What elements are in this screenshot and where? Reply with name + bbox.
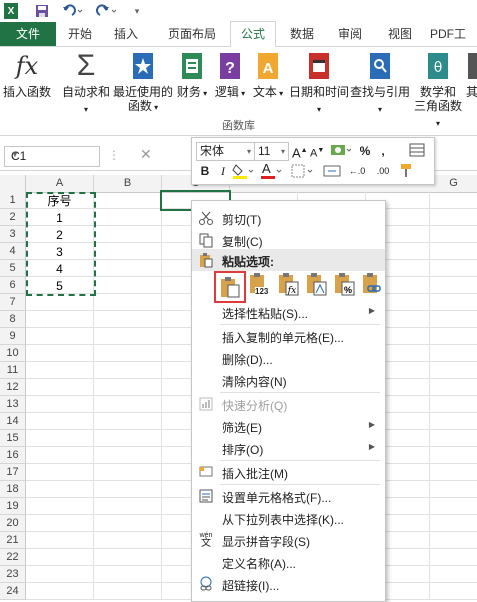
phonetic-icon: wén 文 [199, 532, 213, 549]
format-painter-icon[interactable] [398, 162, 416, 185]
row-header[interactable]: 17 [0, 464, 26, 481]
paste-option-keep-source[interactable]: % [332, 273, 358, 299]
row-header[interactable]: 10 [0, 345, 26, 362]
copy-marquee [26, 192, 96, 296]
quick-analysis-icon [198, 396, 214, 412]
chevron-down-icon: ▾ [280, 147, 285, 156]
row-header[interactable]: 15 [0, 430, 26, 447]
fill-color-icon[interactable] [232, 162, 256, 185]
grid-column-line [429, 192, 430, 600]
row-header[interactable]: 5 [0, 260, 26, 277]
font-name-select[interactable]: 宋体 ▾ [196, 142, 255, 161]
menu-item-hyperlink[interactable]: 超链接(I)... [192, 573, 385, 595]
mini-toolbar: 宋体 ▾ 11 ▾ A▲ A▼ % , B I A ←.0 .00 [191, 137, 435, 185]
decrease-decimal-button[interactable]: .00 [372, 162, 394, 180]
row-header[interactable]: 21 [0, 532, 26, 549]
hyperlink-icon [198, 576, 214, 592]
row-header[interactable]: 3 [0, 226, 26, 243]
shrink-font-icon[interactable]: A▼ [310, 142, 324, 163]
grid-column-line [161, 192, 162, 600]
paste-option-paste[interactable] [214, 271, 246, 303]
chevron-right-icon: ▶ [368, 420, 375, 429]
borders-icon[interactable] [290, 162, 316, 185]
comment-icon [198, 464, 214, 480]
row-header[interactable]: 13 [0, 396, 26, 413]
row-header[interactable]: 2 [0, 209, 26, 226]
chevron-right-icon: ▶ [368, 442, 375, 451]
menu-item-define-name[interactable]: 定义名称(A)... [192, 551, 385, 573]
menu-item-clear-contents[interactable]: 清除内容(N) [192, 369, 385, 391]
paste-icon [198, 252, 214, 268]
chevron-down-icon: ▾ [246, 147, 251, 156]
row-header[interactable]: 12 [0, 379, 26, 396]
font-size-select[interactable]: 11 ▾ [254, 142, 289, 161]
row-header[interactable]: 9 [0, 328, 26, 345]
paste-option-formatting[interactable] [304, 273, 330, 299]
menu-item-copy[interactable]: 复制(C) [192, 229, 385, 251]
menu-item-delete[interactable]: 删除(D)... [192, 347, 385, 369]
svg-text:%: % [344, 285, 352, 295]
accounting-format-icon[interactable] [328, 142, 354, 163]
format-table-icon[interactable] [408, 142, 426, 163]
menu-item-cut[interactable]: 剪切(T) [192, 207, 385, 229]
row-header[interactable]: 22 [0, 549, 26, 566]
menu-item-filter[interactable]: 筛选(E) ▶ [192, 415, 385, 437]
menu-item-insert-copied-cells[interactable]: 插入复制的单元格(E)... [192, 325, 385, 347]
menu-item-pick-from-list[interactable]: 从下拉列表中选择(K)... [192, 507, 385, 529]
menu-item-paste-special[interactable]: 选择性粘贴(S)... ▶ [192, 301, 385, 323]
comma-style-button[interactable]: , [376, 142, 390, 160]
chevron-right-icon: ▶ [368, 306, 375, 315]
font-color-icon[interactable]: A [260, 161, 284, 185]
percent-style-button[interactable]: % [358, 142, 372, 160]
row-header[interactable]: 16 [0, 447, 26, 464]
merge-center-icon[interactable] [322, 162, 342, 185]
increase-decimal-button[interactable]: ←.0 [346, 162, 368, 180]
menu-header-paste-options: 粘贴选项: [192, 249, 385, 271]
row-header[interactable]: 1 [0, 192, 26, 209]
bold-button[interactable]: B [198, 162, 212, 180]
menu-item-quick-analysis: 快速分析(Q) [192, 393, 385, 415]
scissors-icon [198, 210, 214, 226]
row-header[interactable]: 11 [0, 362, 26, 379]
row-header[interactable]: 6 [0, 277, 26, 294]
menu-item-format-cells[interactable]: 设置单元格格式(F)... [192, 485, 385, 507]
row-header[interactable]: 19 [0, 498, 26, 515]
copy-icon [198, 232, 214, 248]
paste-option-formulas[interactable]: fx [276, 273, 302, 299]
grow-font-icon[interactable]: A▲ [292, 142, 308, 162]
context-menu: 剪切(T) 复制(C) 粘贴选项: 123 fx % 选择性粘贴(S)... ▶… [191, 200, 386, 602]
paste-option-link[interactable] [360, 273, 384, 299]
row-header[interactable]: 20 [0, 515, 26, 532]
row-header[interactable]: 18 [0, 481, 26, 498]
menu-item-insert-comment[interactable]: 插入批注(M) [192, 461, 385, 483]
row-header[interactable]: 14 [0, 413, 26, 430]
row-header[interactable]: 7 [0, 294, 26, 311]
format-cells-icon [198, 488, 214, 504]
italic-button[interactable]: I [216, 162, 230, 180]
paste-option-values[interactable]: 123 [247, 273, 273, 299]
menu-item-show-phonetic[interactable]: wén 文 显示拼音字段(S) [192, 529, 385, 551]
menu-item-sort[interactable]: 排序(O) ▶ [192, 437, 385, 459]
row-header[interactable]: 24 [0, 583, 26, 600]
row-header[interactable]: 23 [0, 566, 26, 583]
row-header[interactable]: 8 [0, 311, 26, 328]
svg-text:fx: fx [287, 286, 296, 296]
row-header[interactable]: 4 [0, 243, 26, 260]
